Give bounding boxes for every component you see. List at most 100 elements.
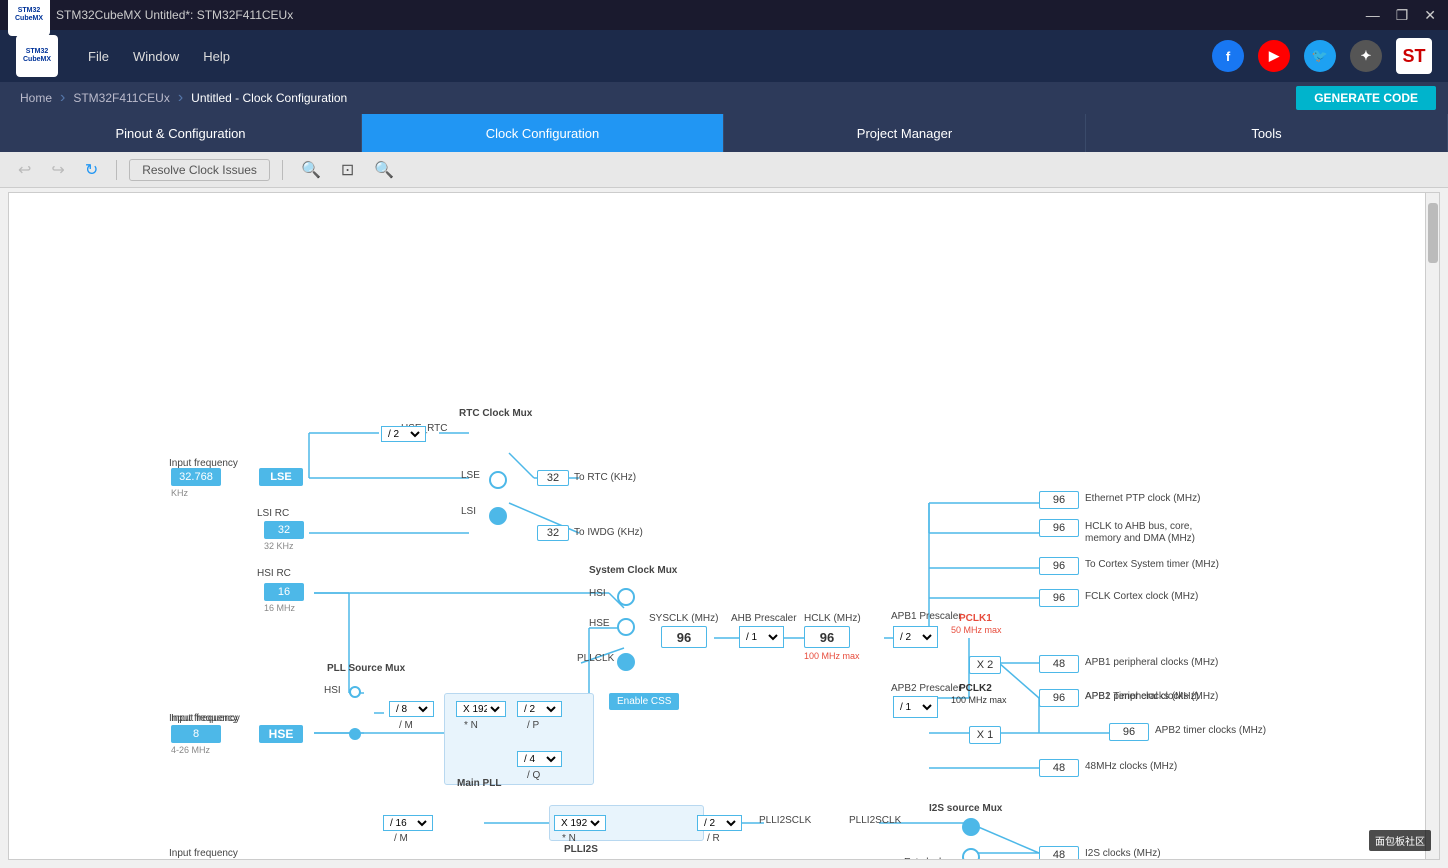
hse-value[interactable]: 8 (171, 725, 221, 743)
ext-clock-label: Ext clock (904, 857, 944, 859)
hsi-value[interactable]: 16 (264, 583, 304, 601)
hse-unit: 4-26 MHz (171, 745, 210, 755)
refresh-button[interactable]: ↻ (79, 158, 104, 182)
breadcrumb-bar: Home › STM32F411CEUx › Untitled - Clock … (0, 82, 1448, 114)
lsi-value[interactable]: 32 (264, 521, 304, 539)
hse-pll-radio[interactable] (349, 728, 361, 740)
hsi-pll-label: HSI (324, 685, 341, 696)
maximize-button[interactable]: ❐ (1392, 7, 1413, 24)
pllclk-radio[interactable] (617, 653, 635, 671)
pll-n-select[interactable]: X 192 (456, 701, 506, 717)
breadcrumb-page[interactable]: Untitled - Clock Configuration (183, 91, 355, 105)
generate-code-button[interactable]: GENERATE CODE (1296, 86, 1436, 110)
breadcrumb-home[interactable]: Home (12, 91, 60, 105)
hsi-sys-label: HSI (589, 588, 606, 599)
resolve-clock-button[interactable]: Resolve Clock Issues (129, 159, 270, 181)
to-rtc-val[interactable]: 32 (537, 470, 569, 486)
i2s-src-radio1[interactable] (962, 818, 980, 836)
hclk-bus-label2: memory and DMA (MHz) (1085, 533, 1195, 544)
apb2-prescaler-label: APB2 Prescaler (891, 683, 962, 694)
fclk-val[interactable]: 96 (1039, 589, 1079, 607)
hclk-bus-val[interactable]: 96 (1039, 519, 1079, 537)
zoom-out-button[interactable]: 🔍 (368, 158, 400, 182)
close-button[interactable]: ✕ (1420, 7, 1440, 24)
apb2-select[interactable]: / 1 (893, 696, 938, 718)
sysclk-value[interactable]: 96 (661, 626, 707, 648)
stm32-logo: STM32CubeMX (16, 35, 58, 77)
scrollbar-thumb[interactable] (1428, 203, 1438, 263)
hse-div2-select[interactable]: / 2 (381, 426, 426, 442)
lse-unit: KHz (171, 488, 188, 498)
apb2-periph-val[interactable]: 96 (1039, 689, 1079, 707)
menu-right: f ▶ 🐦 ✦ ST (1212, 38, 1432, 74)
to-iwdg-val[interactable]: 32 (537, 525, 569, 541)
ahb-prescaler-label: AHB Prescaler (731, 613, 797, 624)
pll-m-label: / M (399, 720, 413, 731)
youtube-icon[interactable]: ▶ (1258, 40, 1290, 72)
ahb-select[interactable]: / 1 (739, 626, 784, 648)
i2s-val[interactable]: 48 (1039, 846, 1079, 859)
undo-button[interactable]: ↩ (12, 158, 37, 182)
pll-q-select[interactable]: / 4 (517, 751, 562, 767)
hsi-sys-radio[interactable] (617, 588, 635, 606)
apb1-select[interactable]: / 2 (893, 626, 938, 648)
ethernet-ptp-val[interactable]: 96 (1039, 491, 1079, 509)
lse-value[interactable]: 32.768 (171, 468, 221, 486)
window-menu[interactable]: Window (133, 45, 179, 68)
pll-q-label: / Q (527, 770, 540, 781)
main-pll-label: Main PLL (457, 778, 501, 789)
lse-block[interactable]: LSE (259, 468, 303, 486)
pclk1-max-label: 50 MHz max (951, 625, 1002, 635)
tab-clock[interactable]: Clock Configuration (362, 114, 724, 152)
hsi-pll-radio[interactable] (349, 686, 361, 698)
pclk1-label: PCLK1 (959, 613, 992, 624)
tab-bar: Pinout & Configuration Clock Configurati… (0, 114, 1448, 152)
hclk-value[interactable]: 96 (804, 626, 850, 648)
plli2s-n-label: * N (562, 833, 576, 844)
plli2s-m-select[interactable]: / 16 (383, 815, 433, 831)
lsi-rtc-switch[interactable] (489, 507, 507, 525)
breadcrumb-device[interactable]: STM32F411CEUx (65, 91, 177, 105)
st-logo: ST (1396, 38, 1432, 74)
file-menu[interactable]: File (88, 45, 109, 68)
to-rtc-label: To RTC (KHz) (574, 472, 636, 483)
mhz48-val[interactable]: 48 (1039, 759, 1079, 777)
enable-css-button[interactable]: Enable CSS (609, 693, 679, 710)
toolbar-separator (116, 160, 117, 180)
tab-pinout[interactable]: Pinout & Configuration (0, 114, 362, 152)
i2s-src-radio2[interactable] (962, 848, 980, 859)
pll-m-select[interactable]: / 8 (389, 701, 434, 717)
pll-p-select[interactable]: / 2 (517, 701, 562, 717)
input-freq-label-3: Input frequency (169, 848, 238, 859)
main-content: Input frequency Input frequency Input fr… (8, 192, 1440, 860)
cortex-timer-val[interactable]: 96 (1039, 557, 1079, 575)
twitter-icon[interactable]: 🐦 (1304, 40, 1336, 72)
apb2-periph-label: APB2 peripheral clocks (MHz) (1085, 691, 1218, 702)
network-icon[interactable]: ✦ (1350, 40, 1382, 72)
mhz48-label: 48MHz clocks (MHz) (1085, 761, 1177, 772)
plli2s-label: PLLI2S (564, 844, 598, 855)
pll-src-mux-label: PLL Source Mux (327, 663, 405, 674)
pllclk-label: PLLCLK (577, 653, 614, 664)
pll-p-label: / P (527, 720, 539, 731)
plli2s-r-select[interactable]: / 2 (697, 815, 742, 831)
apb2-timer-val[interactable]: 96 (1109, 723, 1149, 741)
facebook-icon[interactable]: f (1212, 40, 1244, 72)
hse-sys-radio[interactable] (617, 618, 635, 636)
help-menu[interactable]: Help (203, 45, 230, 68)
fit-button[interactable]: ⊡ (335, 158, 360, 182)
tab-tools[interactable]: Tools (1086, 114, 1448, 152)
lsi-label: LSI RC (257, 508, 289, 519)
minimize-button[interactable]: — (1362, 7, 1384, 24)
toolbar-separator2 (282, 160, 283, 180)
x1-value: X 1 (969, 726, 1001, 744)
menu-left: STM32CubeMX File Window Help (16, 35, 230, 77)
zoom-in-button[interactable]: 🔍 (295, 158, 327, 182)
watermark: 面包板社区 (1369, 830, 1431, 851)
plli2s-n-select[interactable]: X 192 (554, 815, 606, 831)
hse-block[interactable]: HSE (259, 725, 303, 743)
tab-project[interactable]: Project Manager (724, 114, 1086, 152)
redo-button[interactable]: ↪ (45, 158, 70, 182)
lse-rtc-switch[interactable] (489, 471, 507, 489)
apb1-periph-val[interactable]: 48 (1039, 655, 1079, 673)
